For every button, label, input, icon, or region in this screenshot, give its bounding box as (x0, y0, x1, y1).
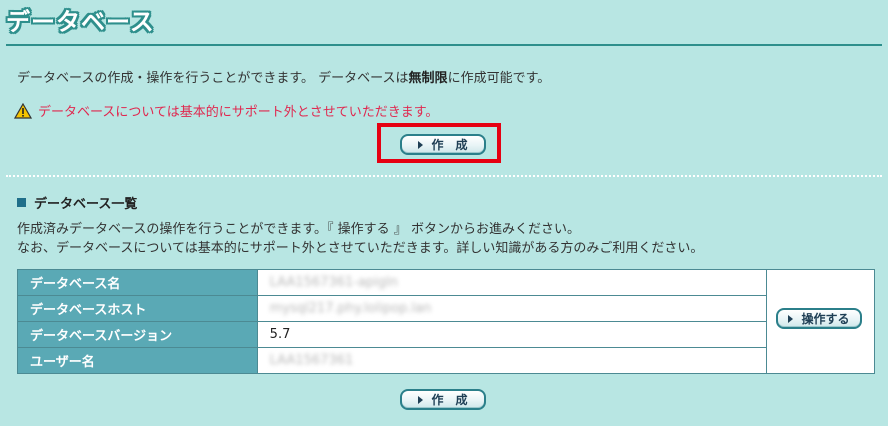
row-label: ユーザー名 (17, 347, 258, 374)
row-label: データベースバージョン (17, 321, 258, 348)
section-description-2: なお、データベースについては基本的にサポート外とさせていただきます。詳しい知識が… (17, 241, 704, 256)
row-label: データベース名 (17, 269, 258, 296)
play-icon (788, 314, 794, 323)
row-value: LAA1567361-apigln (256, 269, 768, 296)
operate-button-label: 操作する (801, 312, 850, 326)
table-row: ユーザー名 LAA1567361 (17, 347, 875, 374)
create-button-label: 作成 (431, 393, 480, 407)
warning-text: データベースについては基本的にサポート外とさせていただきます。 (38, 105, 439, 120)
db-user-value: LAA1567361 (269, 353, 354, 368)
section-heading-text: データベース一覧 (34, 197, 138, 212)
table-row: データベース名 LAA1567361-apigln (17, 269, 875, 374)
db-version-value: 5.7 (256, 321, 768, 348)
section-heading: データベース一覧 (17, 193, 137, 212)
db-name-value: LAA1567361-apigln (269, 275, 398, 290)
database-table: データベース名 LAA1567361-apigln データベースホスト mysq… (17, 269, 875, 374)
create-button-label: 作成 (431, 138, 480, 152)
section-divider (6, 175, 882, 177)
intro-text-before: データベースの作成・操作を行うことができます。 データベースは (17, 71, 409, 86)
row-label: データベースホスト (17, 295, 258, 322)
intro-text: データベースの作成・操作を行うことができます。 データベースは無制限に作成可能で… (17, 67, 550, 86)
title-divider (6, 44, 882, 46)
intro-text-after: に作成可能です。 (447, 71, 551, 86)
play-icon (418, 395, 424, 404)
section-description-1: 作成済みデータベースの操作を行うことができます。『 操作する 』 ボタンからお進… (17, 222, 580, 237)
intro-bold: 無制限 (408, 71, 448, 86)
table-row: データベースホスト mysql217.phy.lolipop.lan (17, 295, 875, 322)
create-button-bottom[interactable]: 作成 (400, 389, 486, 410)
operate-button[interactable]: 操作する (776, 308, 862, 329)
square-bullet-icon (17, 198, 26, 207)
warning-icon (14, 102, 32, 119)
page-title: データベース (6, 8, 155, 36)
play-icon (418, 140, 424, 149)
table-row: データベースバージョン 5.7 (17, 321, 875, 348)
warning-message: データベースについては基本的にサポート外とさせていただきます。 (14, 101, 438, 120)
row-value: LAA1567361 (256, 347, 768, 374)
create-button-top[interactable]: 作成 (400, 134, 486, 155)
db-host-value: mysql217.phy.lolipop.lan (269, 301, 432, 316)
row-value: mysql217.phy.lolipop.lan (256, 295, 768, 322)
